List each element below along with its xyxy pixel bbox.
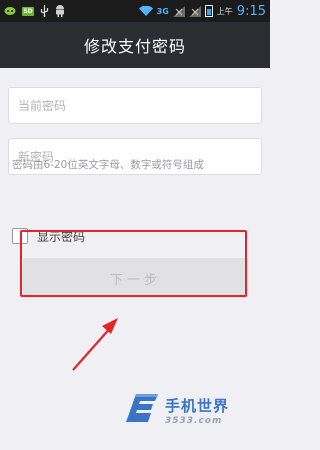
screen: SD 3G 上午 9:15 修改支付密码 密码由6-20位英文字母、数字或符号组…	[0, 0, 270, 450]
game-icon	[4, 6, 16, 16]
watermark-logo-icon	[126, 392, 160, 428]
status-bar-left: SD	[4, 5, 65, 17]
show-password-row[interactable]: 显示密码	[12, 227, 85, 245]
show-password-label: 显示密码	[37, 229, 86, 244]
android-icon	[55, 5, 65, 17]
status-bar-right: 3G 上午 9:15	[138, 3, 266, 19]
signal-icon	[172, 5, 185, 17]
ampm-label: 上午	[216, 6, 233, 16]
current-password-input[interactable]	[18, 98, 252, 113]
sd-card-icon: SD	[22, 6, 34, 16]
watermark-text: 手机世界 3533.com	[165, 395, 229, 426]
watermark-url: 3533.com	[165, 415, 223, 426]
signal2-icon	[188, 5, 201, 17]
current-password-field[interactable]	[8, 87, 262, 124]
status-bar: SD 3G 上午 9:15	[0, 0, 270, 22]
title-bar: 修改支付密码	[0, 22, 270, 68]
network-type-label: 3G	[156, 6, 169, 16]
watermark: 手机世界 3533.com	[126, 390, 261, 430]
password-hint: 密码由6-20位英文字母、数字或符号组成	[12, 159, 204, 171]
page-title: 修改支付密码	[83, 37, 186, 56]
next-button[interactable]: 下一步	[23, 258, 248, 298]
usb-icon	[40, 5, 49, 17]
show-password-checkbox[interactable]	[12, 228, 28, 244]
wifi-icon	[138, 6, 153, 16]
clock: 9:15	[236, 3, 266, 19]
battery-icon	[204, 5, 213, 17]
watermark-title: 手机世界	[165, 396, 230, 415]
